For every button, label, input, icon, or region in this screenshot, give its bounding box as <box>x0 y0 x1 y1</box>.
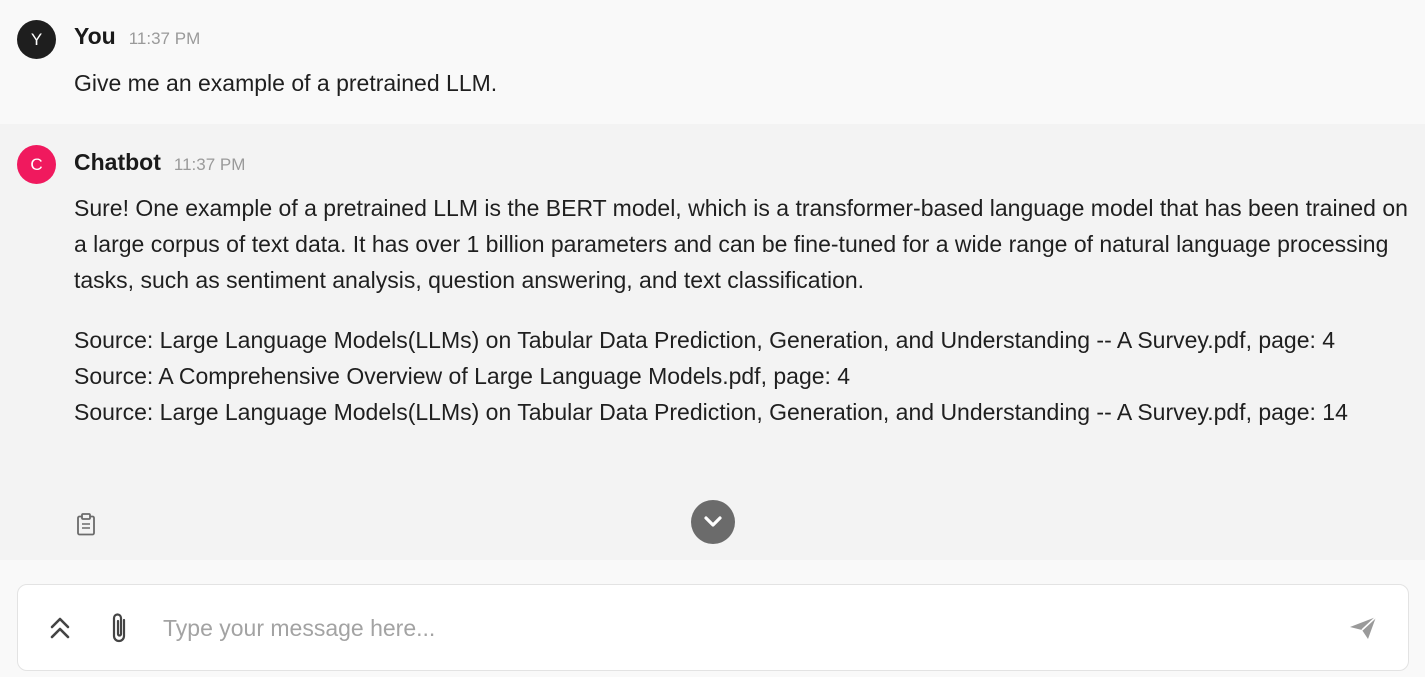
user-avatar: Y <box>17 20 56 59</box>
message-timestamp: 11:37 PM <box>128 29 201 48</box>
sender-name: Chatbot <box>74 149 161 175</box>
source-item: Source: Large Language Models(LLMs) on T… <box>74 327 1336 353</box>
message-input[interactable] <box>163 607 1323 649</box>
message-composer <box>17 584 1409 671</box>
user-message: Y You 11:37 PM Give me an example of a p… <box>0 0 1425 124</box>
double-chevron-up-icon <box>50 617 70 639</box>
message-header: You 11:37 PM <box>74 23 200 50</box>
scroll-down-button[interactable] <box>691 500 735 544</box>
attach-button[interactable] <box>103 611 137 645</box>
message-header: Chatbot 11:37 PM <box>74 149 245 176</box>
send-button[interactable] <box>1346 611 1380 645</box>
bot-message: C Chatbot 11:37 PM Sure! One example of … <box>0 124 1425 560</box>
expand-button[interactable] <box>43 611 77 645</box>
chat-thread: Y You 11:37 PM Give me an example of a p… <box>0 0 1425 560</box>
message-text: Sure! One example of a pretrained LLM is… <box>74 195 1408 293</box>
paperclip-icon <box>112 613 126 643</box>
sender-name: You <box>74 23 116 49</box>
sources-list: Source: Large Language Models(LLMs) on T… <box>74 322 1409 430</box>
message-timestamp: 11:37 PM <box>173 155 246 174</box>
bot-avatar: C <box>17 145 56 184</box>
source-item: Source: A Comprehensive Overview of Larg… <box>74 363 851 389</box>
chevron-down-icon <box>704 516 722 527</box>
send-icon <box>1350 616 1377 639</box>
clipboard-icon[interactable] <box>76 513 96 536</box>
message-text: Give me an example of a pretrained LLM. <box>74 70 498 96</box>
source-item: Source: Large Language Models(LLMs) on T… <box>74 399 1348 425</box>
